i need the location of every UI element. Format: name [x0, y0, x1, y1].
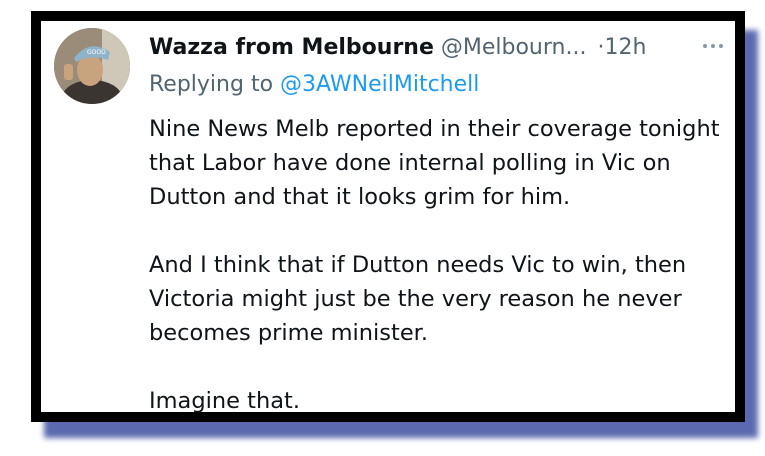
tweet-card[interactable]: GOOD Wazza from Melbourne @Melbourn... ·…	[41, 21, 735, 414]
svg-text:GOOD: GOOD	[87, 49, 106, 56]
avatar[interactable]: GOOD	[54, 28, 130, 104]
tweet-paragraph: Imagine that.	[149, 388, 300, 414]
replying-to-line: Replying to @3AWNeilMitchell	[149, 70, 479, 100]
user-handle[interactable]: @Melbourn...	[441, 35, 587, 60]
reply-to-link[interactable]: @3AWNeilMitchell	[280, 72, 479, 97]
avatar-image: GOOD	[54, 28, 130, 104]
tweet-frame: GOOD Wazza from Melbourne @Melbourn... ·…	[31, 11, 745, 422]
more-horizontal-icon[interactable]	[701, 41, 725, 51]
display-name[interactable]: Wazza from Melbourne	[149, 35, 434, 60]
tweet-paragraph: Nine News Melb reported in their coverag…	[149, 116, 720, 210]
tweet-header: Wazza from Melbourne @Melbourn... ·12h	[149, 33, 646, 63]
tweet-text: Nine News Melb reported in their coverag…	[149, 112, 729, 418]
timestamp[interactable]: 12h	[604, 35, 646, 60]
reply-prefix: Replying to	[149, 72, 281, 97]
screenshot-canvas: GOOD Wazza from Melbourne @Melbourn... ·…	[0, 0, 765, 456]
tweet-paragraph: And I think that if Dutton needs Vic to …	[149, 252, 687, 346]
